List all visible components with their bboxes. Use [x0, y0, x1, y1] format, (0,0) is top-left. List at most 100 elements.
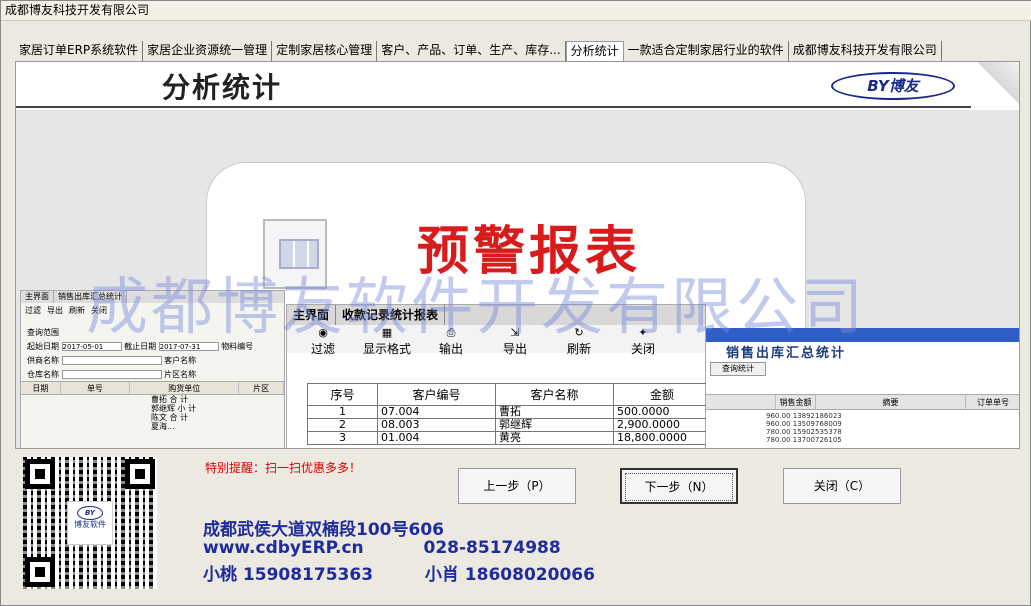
- filter-tool: ◉ 过滤: [310, 326, 335, 357]
- right-report-bar: [706, 328, 1019, 342]
- mini-col-buyer: 购货单位: [130, 382, 240, 394]
- mini-row: 曹拓 合 计: [151, 395, 189, 404]
- qr-logo-label: 博友软件: [74, 520, 106, 529]
- tab-analysis[interactable]: 分析统计: [565, 41, 624, 61]
- end-date-label: 截止日期: [124, 342, 157, 351]
- cell: 18,800.0000: [613, 431, 711, 445]
- filter-icon: ◉: [318, 326, 328, 339]
- vendor-field: [61, 356, 162, 365]
- col-customer-name: 客户名称: [495, 383, 614, 406]
- mini-warehouse-row: 仓库名称 片区名称: [21, 367, 284, 381]
- page-header: 分析统计 BY博友: [16, 62, 1019, 108]
- receipt-table: 序号 客户编号 客户名称 金额 1 07.004 曹拓 500.0000 2 0…: [307, 383, 711, 445]
- sales-report-screenshot: 主界面 销售出库汇总统计 过滤 导出 刷新 关闭 查询范围 起始日期 2017-…: [20, 290, 285, 448]
- export-tool: ⇲ 导出: [502, 326, 527, 357]
- refresh-icon: ↻: [574, 326, 584, 339]
- cell: 黄亮: [495, 431, 614, 445]
- qr-finder-top-right: [125, 459, 155, 489]
- mini-col-number: 单号: [61, 382, 131, 394]
- qr-finder-top-left: [25, 459, 55, 489]
- center-tab-main: 主界面: [287, 305, 337, 325]
- right-report-title: 销售出库汇总统计: [726, 346, 847, 361]
- format-tool: ▦ 显示格式: [362, 326, 411, 357]
- contact-person-2: 小肖 18608020066: [424, 565, 595, 585]
- end-date-field: 2017-07-31: [158, 342, 219, 351]
- app-window: 成都博友科技开发有限公司 家居订单ERP系统软件 家居企业资源统一管理 定制家居…: [0, 0, 1031, 606]
- sales-summary-screenshot: 销售出库汇总统计 查询统计 销售金额 摘要 订单单号 960.00 138921…: [706, 342, 1019, 448]
- next-button[interactable]: 下一步（N）: [620, 468, 738, 504]
- area-label: 片区名称: [164, 370, 197, 379]
- contacts-line: 小桃 15908175363 小肖 18608020066: [203, 560, 595, 585]
- warehouse-field: [61, 370, 162, 379]
- center-toolbar: ◉ 过滤 ▦ 显示格式 ⎙ 输出 ⇲ 导出 ↻ 刷新 ✦ 关闭: [287, 325, 705, 357]
- mini-date-row: 起始日期 2017-05-01 截止日期 2017-07-31 物料编号: [21, 339, 284, 353]
- tab-bar: 家居订单ERP系统软件 家居企业资源统一管理 定制家居核心管理 客户、产品、订单…: [15, 41, 942, 61]
- mini-row: 夏海...: [151, 422, 175, 431]
- warehouse-label: 仓库名称: [27, 370, 59, 379]
- cell: 曹拓: [495, 405, 614, 419]
- window-title: 成都博友科技开发有限公司: [1, 1, 1031, 21]
- output-tool: ⎙ 输出: [438, 326, 463, 357]
- vendor-label: 供商名称: [27, 356, 59, 365]
- right-table-body: 960.00 13892186023 960.00 13509768009 78…: [766, 412, 842, 444]
- cell: 郭继辉: [495, 418, 614, 432]
- qr-logo-mark: BY: [77, 506, 103, 520]
- mini-toolbar: 过滤 导出 刷新 关闭: [21, 303, 284, 325]
- tab-core[interactable]: 定制家居核心管理: [272, 41, 378, 61]
- col-sales-amount: 销售金额: [776, 395, 816, 409]
- mini-close-tool: 关闭: [91, 306, 107, 315]
- printer-icon: ⎙: [446, 326, 456, 339]
- mini-row: 郭继辉 小 计: [151, 404, 197, 413]
- mini-section: 查询范围: [27, 328, 59, 337]
- cell: 1: [307, 405, 378, 419]
- query-button: 查询统计: [710, 362, 766, 376]
- right-row: 960.00 13892186023: [766, 412, 842, 420]
- refresh-tool: ↻ 刷新: [566, 326, 591, 357]
- company-phone: 028-85174988: [423, 538, 561, 558]
- close-tool: ✦ 关闭: [630, 326, 655, 357]
- exit-icon: ✦: [638, 326, 648, 339]
- right-row: 780.00 13700726105: [766, 436, 842, 444]
- mini-filter-tool: 过滤: [25, 306, 41, 315]
- prev-button[interactable]: 上一步（P）: [458, 468, 576, 504]
- website: www.cdbyERP.cn: [203, 538, 364, 558]
- cell: 3: [307, 431, 378, 445]
- mini-tab-main: 主界面: [21, 291, 54, 303]
- table-row: 3 01.004 黄亮 18,800.0000: [307, 431, 711, 445]
- tab-company[interactable]: 成都博友科技开发有限公司: [789, 41, 942, 61]
- mini-table-header: 日期 单号 购货单位 片区: [21, 381, 284, 395]
- company-address: 成都武侯大道双楠段100号606: [203, 520, 444, 540]
- mini-tab-sales: 销售出库汇总统计: [54, 291, 127, 303]
- cell: 01.004: [377, 431, 496, 445]
- tab-erp[interactable]: 家居订单ERP系统软件: [15, 41, 144, 61]
- page-title: 分析统计: [162, 71, 283, 104]
- col-amount: 金额: [613, 383, 711, 406]
- col-index: 序号: [307, 383, 378, 406]
- center-tabs: 主界面 收款记录统计报表: [287, 305, 705, 325]
- center-tab-receipts: 收款记录统计报表: [336, 305, 446, 325]
- table-header-row: 序号 客户编号 客户名称 金额: [307, 383, 711, 406]
- mini-col-area: 片区: [239, 382, 284, 394]
- mini-col-date: 日期: [21, 382, 61, 394]
- format-icon: ▦: [381, 326, 393, 339]
- next-button-label: 下一步（N）: [625, 473, 733, 501]
- start-date-label: 起始日期: [27, 342, 59, 351]
- cell: 2: [307, 418, 378, 432]
- col-customer-code: 客户编号: [377, 383, 496, 406]
- start-date-field: 2017-05-01: [61, 342, 122, 351]
- close-button[interactable]: 关闭（C）: [783, 468, 901, 504]
- col-order-number: 订单单号: [966, 395, 1019, 409]
- table-row: 2 08.003 郭继辉 2,900.0000: [307, 418, 711, 432]
- qr-finder-bottom-left: [25, 557, 55, 587]
- tab-modules[interactable]: 客户、产品、订单、生产、库存...: [377, 41, 566, 61]
- export-icon: ⇲: [510, 326, 520, 339]
- tab-resource[interactable]: 家居企业资源统一管理: [143, 41, 273, 61]
- right-row: 780.00 15902535378: [766, 428, 842, 436]
- qr-logo: BY 博友软件: [67, 501, 113, 545]
- brand-logo: BY博友: [831, 72, 955, 100]
- col-summary: 摘要: [816, 395, 966, 409]
- mini-refresh-tool: 刷新: [69, 306, 85, 315]
- tab-industry[interactable]: 一款适合定制家居行业的软件: [624, 41, 789, 61]
- card-title: 预警报表: [417, 222, 642, 282]
- folder-icon: [263, 219, 327, 289]
